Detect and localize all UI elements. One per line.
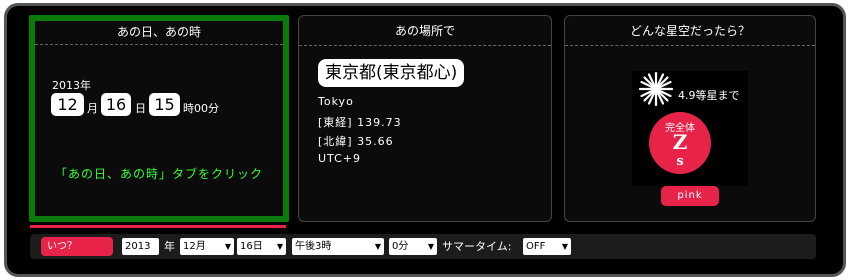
where-panel-title: あの場所で	[299, 16, 551, 46]
when-panel[interactable]: あの日、あの時 2013年 12 月 16 日 15 時00分 「あの日、あの時…	[29, 15, 289, 222]
year-text: 2013年	[52, 79, 91, 92]
minute-select[interactable]: 0分 ▼	[389, 238, 437, 255]
place-name: 東京都(東京都心)	[318, 59, 465, 87]
month-label: 月	[87, 102, 98, 115]
badge-main-letter: Z	[672, 130, 688, 154]
sky-panel[interactable]: どんな星空だったら？ 4.9等星まで 完全体 Z s pink	[564, 15, 816, 222]
year-input[interactable]: 2013	[122, 238, 159, 255]
when-panel-title: あの日、あの時	[35, 21, 283, 45]
month-box: 12	[51, 93, 84, 116]
chevron-down-icon: ▼	[561, 242, 568, 251]
active-tab-underline	[30, 225, 286, 228]
day-box: 16	[101, 93, 131, 116]
where-panel[interactable]: あの場所で 東京都(東京都心) Tokyo [東経] 139.73 [北緯] 3…	[298, 15, 552, 222]
type-badge: 完全体 Z s	[649, 112, 711, 174]
hour-box: 15	[149, 93, 180, 116]
hour-label: 時00分	[183, 102, 219, 115]
year-label: 年	[164, 240, 175, 253]
chevron-down-icon: ▼	[224, 242, 231, 251]
day-select-value: 16日	[240, 241, 263, 252]
day-select[interactable]: 16日 ▼	[237, 238, 286, 255]
year-input-value: 2013	[125, 241, 151, 252]
month-select[interactable]: 12月 ▼	[180, 238, 234, 255]
city-text: Tokyo	[318, 95, 354, 108]
latitude-text: [北緯] 35.66	[318, 135, 394, 148]
itsu-button[interactable]: いつ？	[41, 237, 113, 256]
summer-time-select[interactable]: OFF ▼	[523, 238, 571, 255]
date-control-bar: いつ？ 2013 年 12月 ▼ 16日 ▼ 午後3時 ▼ 0分 ▼ サマータイ…	[30, 234, 816, 259]
hour-select-value: 午後3時	[295, 241, 332, 252]
star-burst-icon	[638, 71, 674, 107]
hour-select[interactable]: 午後3時 ▼	[292, 238, 384, 255]
chevron-down-icon: ▼	[427, 242, 434, 251]
minute-select-value: 0分	[392, 241, 409, 252]
hint-text: 「あの日、あの時」タブをクリック	[55, 167, 264, 181]
color-button[interactable]: pink	[661, 186, 719, 206]
badge-sub-letter: s	[676, 154, 684, 169]
chevron-down-icon: ▼	[276, 242, 283, 251]
longitude-text: [東経] 139.73	[318, 116, 402, 129]
summer-time-value: OFF	[526, 241, 546, 252]
magnitude-text: 4.9等星まで	[678, 89, 740, 102]
timezone-text: UTC+9	[318, 152, 362, 165]
summer-time-label: サマータイム:	[442, 240, 512, 253]
chevron-down-icon: ▼	[374, 242, 381, 251]
sky-panel-title: どんな星空だったら？	[565, 16, 815, 46]
month-select-value: 12月	[183, 241, 206, 252]
day-label: 日	[135, 102, 146, 115]
